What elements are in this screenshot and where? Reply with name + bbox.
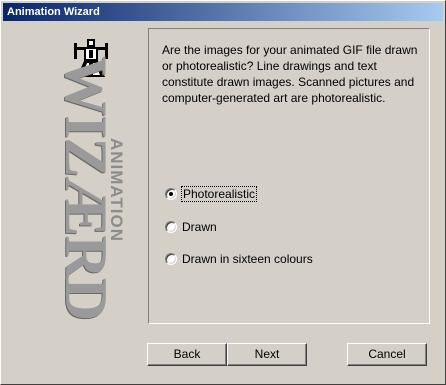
option-drawn-label: Drawn (182, 220, 217, 234)
option-drawn-sixteen[interactable]: Drawn in sixteen colours (165, 250, 313, 268)
radio-drawn[interactable] (165, 221, 177, 233)
content-panel: Are the images for your animated GIF fil… (148, 28, 430, 324)
cancel-button[interactable]: Cancel (347, 343, 427, 366)
title-bar[interactable]: Animation Wizard (3, 3, 443, 21)
animation-wordmark: ANIMATION (107, 137, 126, 243)
question-text: Are the images for your animated GIF fil… (162, 43, 418, 105)
option-drawn-sixteen-label: Drawn in sixteen colours (182, 252, 313, 266)
option-drawn[interactable]: Drawn (165, 218, 217, 236)
radio-drawn-sixteen[interactable] (165, 253, 177, 265)
next-button[interactable]: Next (227, 343, 307, 366)
window-title: Animation Wizard (7, 6, 100, 18)
radio-photorealistic[interactable] (165, 188, 177, 200)
option-photorealistic[interactable]: Photorealistic (165, 185, 258, 203)
back-button[interactable]: Back (147, 343, 227, 366)
wizard-window: Animation Wizard WIZÆRD ANIMATION Are th… (0, 0, 446, 385)
option-photorealistic-label: Photorealistic (180, 186, 258, 202)
branding-panel: WIZÆRD ANIMATION (23, 31, 133, 331)
